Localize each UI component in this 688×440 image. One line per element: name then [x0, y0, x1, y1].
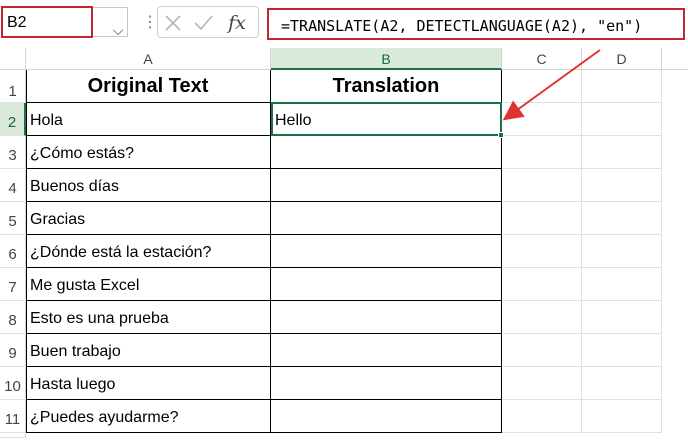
cell-c3[interactable] — [502, 136, 582, 169]
cell-b11[interactable] — [271, 400, 502, 433]
row-header-2[interactable]: 2 — [0, 103, 26, 136]
cell-a5[interactable]: Gracias — [26, 202, 271, 235]
cell-b5[interactable] — [271, 202, 502, 235]
cell-b4[interactable] — [271, 169, 502, 202]
cell-a11[interactable]: ¿Puedes ayudarme? — [26, 400, 271, 433]
cell-a6[interactable]: ¿Dónde está la estación? — [26, 235, 271, 268]
cell-c4[interactable] — [502, 169, 582, 202]
cell-a10[interactable]: Hasta luego — [26, 367, 271, 400]
cell-a4[interactable]: Buenos días — [26, 169, 271, 202]
cell-b6[interactable] — [271, 235, 502, 268]
name-box-highlight — [1, 6, 93, 38]
row-header-6[interactable]: 6 — [0, 235, 26, 268]
cell-d1[interactable] — [582, 70, 662, 103]
cell-d11[interactable] — [582, 400, 662, 433]
cell-d6[interactable] — [582, 235, 662, 268]
row-header-7[interactable]: 7 — [0, 268, 26, 301]
fill-handle[interactable] — [498, 132, 504, 138]
close-icon[interactable] — [162, 12, 184, 34]
formula-input[interactable]: =TRANSLATE(A2, DETECTLANGUAGE(A2), "en") — [267, 8, 685, 40]
column-header-d[interactable]: D — [582, 48, 662, 70]
cell-c5[interactable] — [502, 202, 582, 235]
cell-a8[interactable]: Esto es una prueba — [26, 301, 271, 334]
select-all-corner[interactable] — [0, 48, 26, 70]
row-header-1[interactable]: 1 — [0, 70, 26, 103]
cell-a2[interactable]: Hola — [26, 103, 271, 136]
formula-text[interactable]: =TRANSLATE(A2, DETECTLANGUAGE(A2), "en") — [281, 15, 685, 37]
cell-d7[interactable] — [582, 268, 662, 301]
row-header-10[interactable]: 10 — [0, 367, 26, 400]
cell-c1[interactable] — [502, 70, 582, 103]
cell-c11[interactable] — [502, 400, 582, 433]
column-header-a[interactable]: A — [26, 48, 271, 70]
cell-d5[interactable] — [582, 202, 662, 235]
column-header-b[interactable]: B — [271, 48, 502, 70]
cell-b8[interactable] — [271, 301, 502, 334]
row-header-4[interactable]: 4 — [0, 169, 26, 202]
cell-a7[interactable]: Me gusta Excel — [26, 268, 271, 301]
row-header-12[interactable] — [0, 433, 26, 438]
cell-c8[interactable] — [502, 301, 582, 334]
cell-d8[interactable] — [582, 301, 662, 334]
fx-icon[interactable]: fx — [222, 11, 252, 35]
cell-a3[interactable]: ¿Cómo estás? — [26, 136, 271, 169]
row-header-11[interactable]: 11 — [0, 400, 26, 433]
row-header-3[interactable]: 3 — [0, 136, 26, 169]
column-header-e[interactable] — [662, 48, 688, 70]
row-header-5[interactable]: 5 — [0, 202, 26, 235]
formula-buttons: fx — [157, 6, 259, 38]
cell-d4[interactable] — [582, 169, 662, 202]
header-original-text[interactable]: Original Text — [26, 70, 271, 103]
cell-d2[interactable] — [582, 103, 662, 136]
row-header-9[interactable]: 9 — [0, 334, 26, 367]
cell-c9[interactable] — [502, 334, 582, 367]
cell-c10[interactable] — [502, 367, 582, 400]
row-header-8[interactable]: 8 — [0, 301, 26, 334]
cell-a9[interactable]: Buen trabajo — [26, 334, 271, 367]
cell-c2[interactable] — [502, 103, 582, 136]
cell-d3[interactable] — [582, 136, 662, 169]
column-header-c[interactable]: C — [502, 48, 582, 70]
cell-b9[interactable] — [271, 334, 502, 367]
cell-c7[interactable] — [502, 268, 582, 301]
formula-bar-separator: ⋮ — [142, 14, 158, 31]
cell-b7[interactable] — [271, 268, 502, 301]
spreadsheet-grid: A B C D 1 2 3 4 5 6 7 8 9 10 11 Original… — [0, 48, 688, 438]
check-icon[interactable] — [192, 12, 214, 34]
cell-d10[interactable] — [582, 367, 662, 400]
cell-b2[interactable]: Hello — [271, 103, 502, 136]
cell-b3[interactable] — [271, 136, 502, 169]
cell-c6[interactable] — [502, 235, 582, 268]
header-translation[interactable]: Translation — [271, 70, 502, 103]
cell-d9[interactable] — [582, 334, 662, 367]
cell-b10[interactable] — [271, 367, 502, 400]
chevron-down-icon[interactable]: ⌵ — [107, 20, 129, 40]
formula-bar: B2 ⌵ ⋮ fx =TRANSLATE(A2, DETECTLANGUAGE(… — [0, 0, 688, 49]
